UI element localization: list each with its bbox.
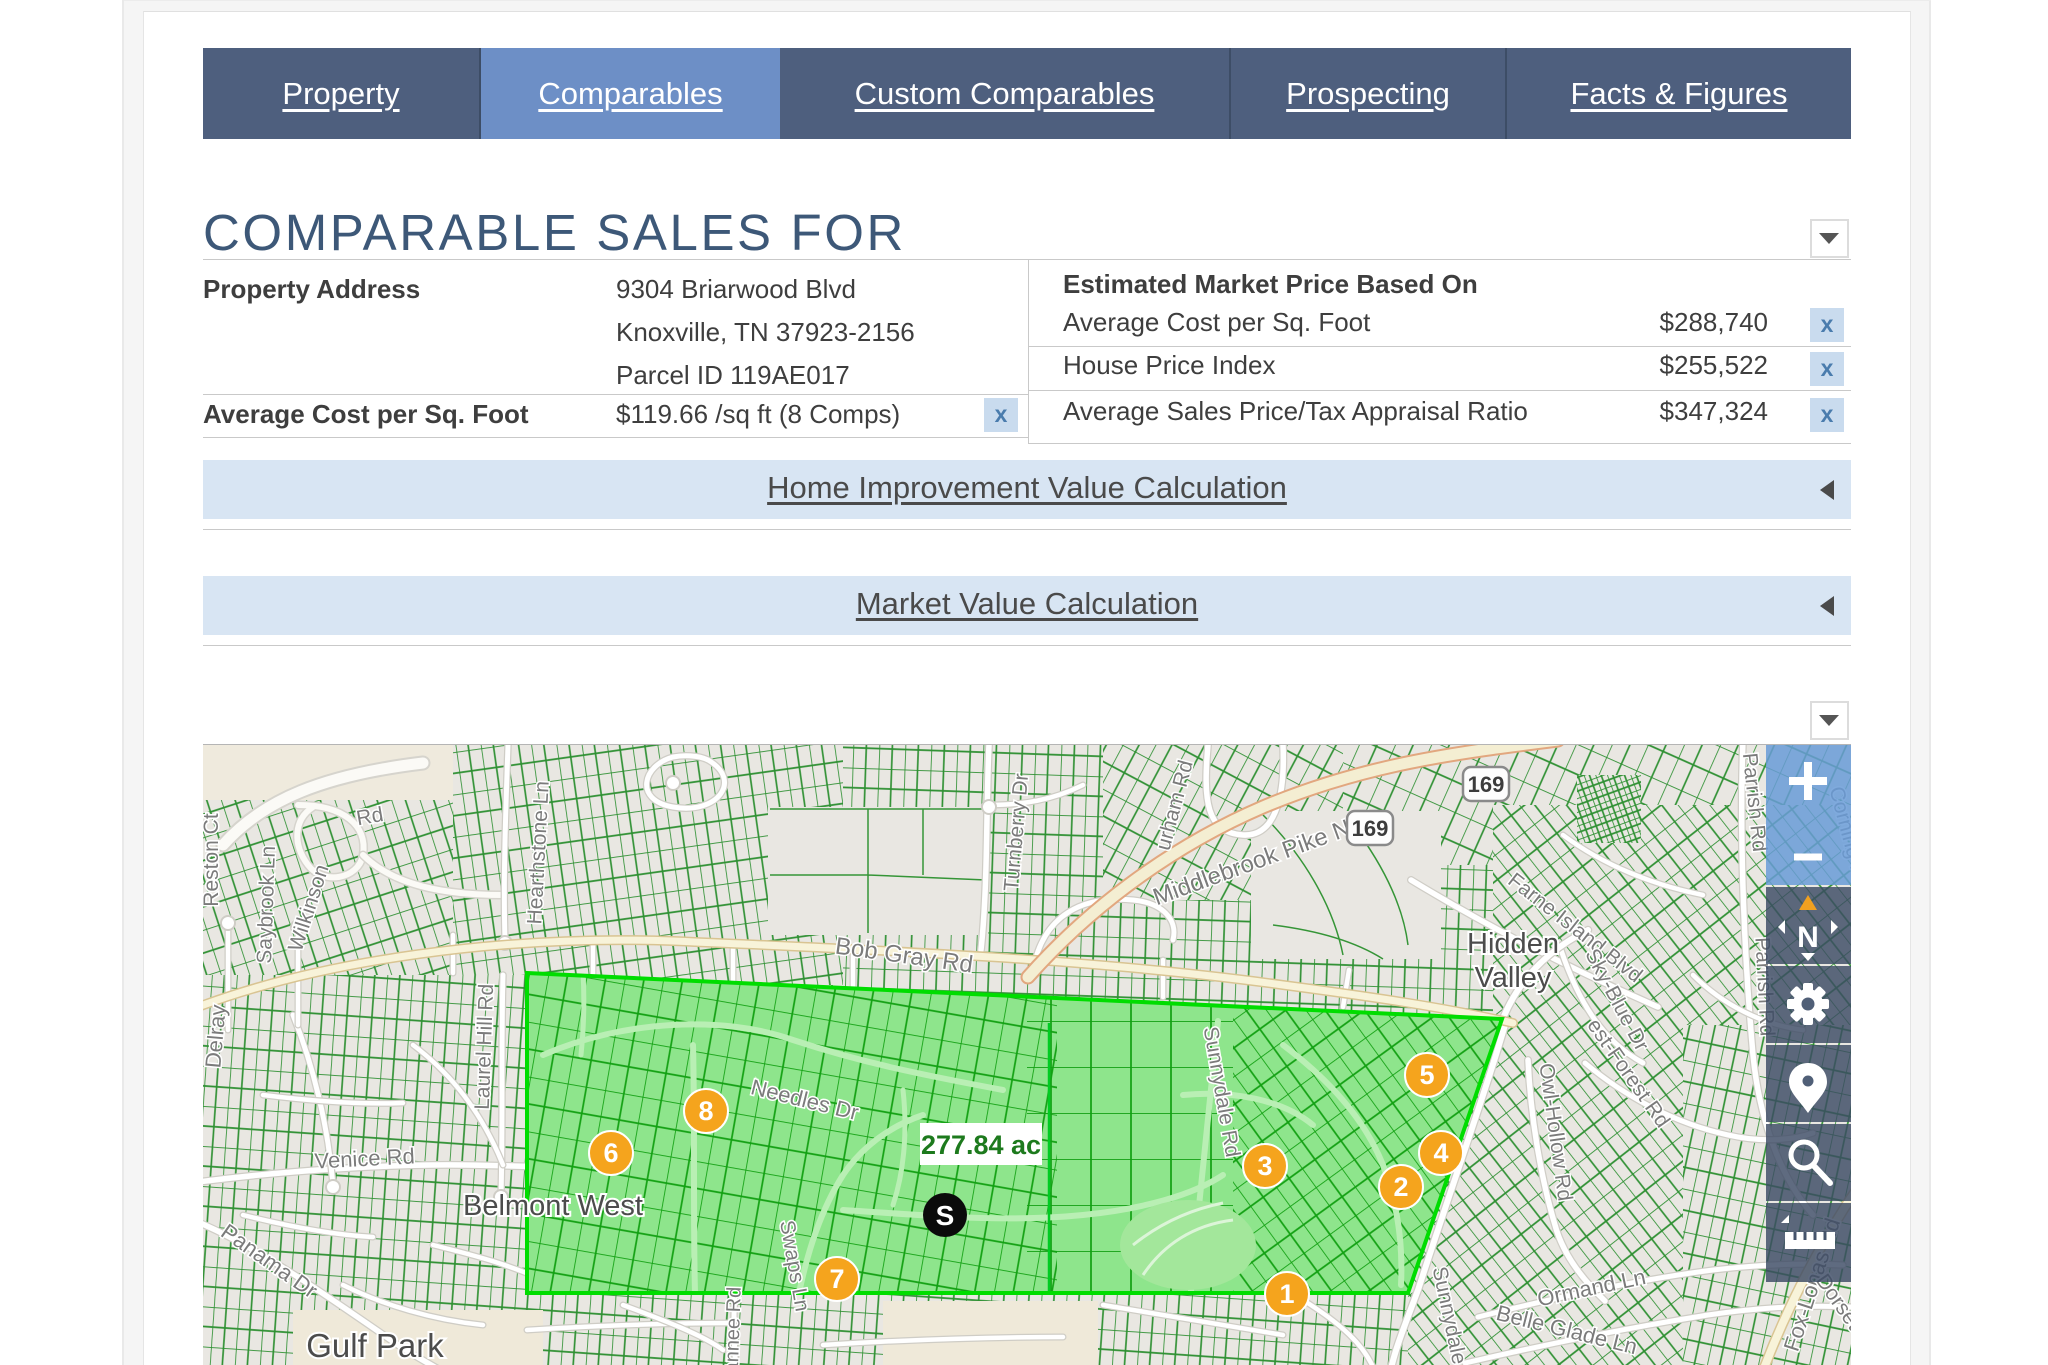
svg-text:Gulf Park: Gulf Park [306,1327,444,1364]
svg-text:Valley: Valley [1475,962,1552,994]
svg-text:4: 4 [1433,1138,1448,1168]
svg-text:Belmont West: Belmont West [463,1190,643,1222]
svg-text:7: 7 [829,1264,844,1294]
svg-text:Kannee Rd: Kannee Rd [720,1286,745,1365]
svg-text:Reston Ct: Reston Ct [203,813,223,907]
svg-text:Rd: Rd [355,803,385,830]
svg-text:169: 169 [1468,772,1505,797]
svg-text:S: S [936,1200,955,1231]
svg-text:Venice Rd: Venice Rd [314,1143,415,1173]
svg-text:3: 3 [1257,1151,1272,1181]
svg-text:277.84 ac: 277.84 ac [921,1130,1041,1160]
svg-text:2: 2 [1393,1172,1408,1202]
svg-text:1: 1 [1279,1279,1294,1309]
svg-text:6: 6 [603,1138,618,1168]
svg-text:8: 8 [698,1096,713,1126]
svg-text:169: 169 [1352,816,1389,841]
svg-text:Hidden: Hidden [1467,928,1559,960]
svg-text:N: N [1797,921,1819,954]
svg-text:Saybrook Ln: Saybrook Ln [253,845,280,964]
svg-text:5: 5 [1419,1060,1434,1090]
svg-text:Laurel Hill Rd: Laurel Hill Rd [471,983,498,1110]
